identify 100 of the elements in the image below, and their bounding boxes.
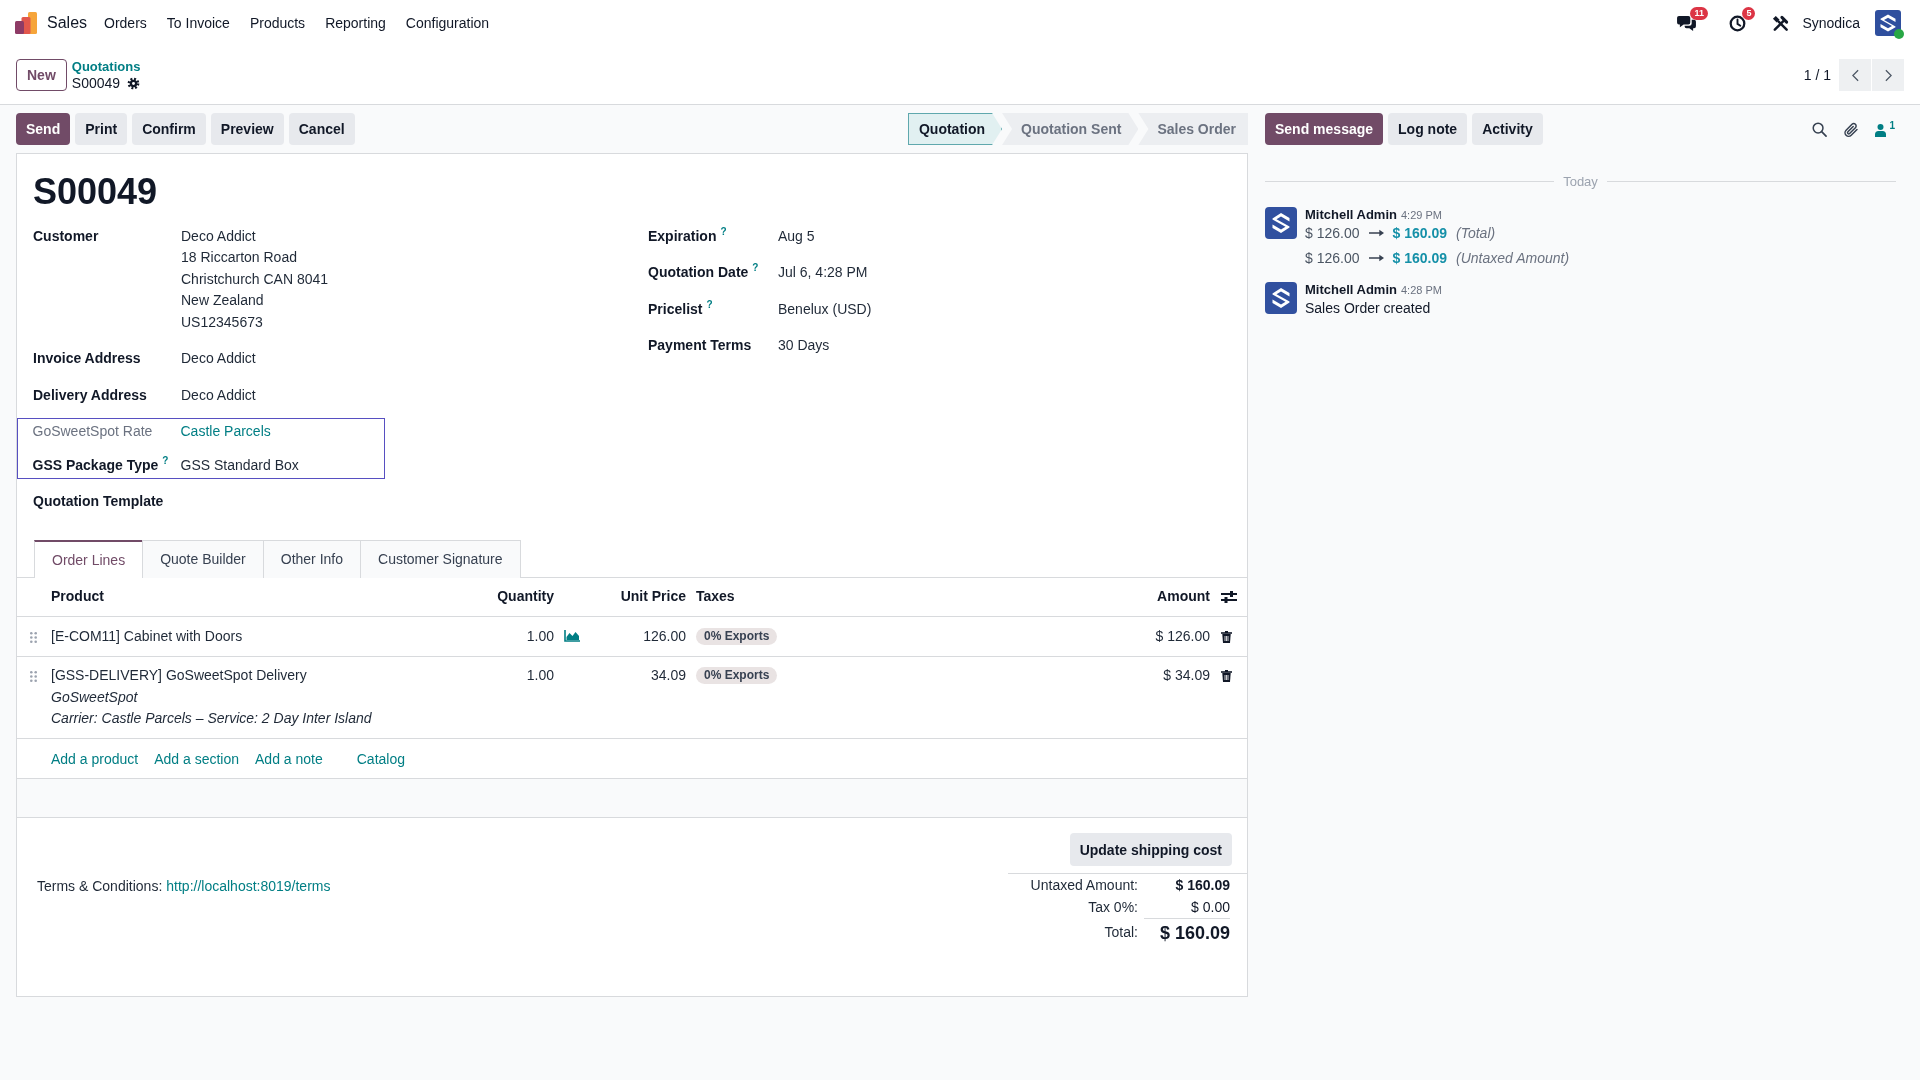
field-value: Benelux (USD)	[778, 299, 872, 319]
action-button[interactable]: Cancel	[288, 113, 355, 145]
chatter-button[interactable]: Send message	[1265, 113, 1384, 145]
amount-value: $ 126.00	[1155, 626, 1210, 646]
menu-item[interactable]: Products	[239, 15, 316, 31]
total-value: $ 160.09	[1159, 923, 1230, 943]
column-header[interactable]: Quantity	[497, 586, 554, 608]
company-name[interactable]: Synodica	[1802, 15, 1860, 31]
total-value: $ 160.09	[1175, 877, 1230, 893]
field-label: GSS Package Type	[32, 455, 159, 475]
column-header[interactable]: Amount	[1157, 586, 1210, 608]
new-button[interactable]: New	[16, 59, 67, 91]
field-label: Expiration	[648, 226, 717, 246]
terms-link[interactable]: http://localhost:8019/terms	[166, 878, 331, 894]
field-value: US12345673	[181, 312, 263, 332]
chevron-left-icon	[1851, 68, 1859, 82]
drag-handle-icon[interactable]	[29, 671, 37, 682]
tax-tag: 0% Exports	[696, 627, 778, 645]
chatter-button[interactable]: Activity	[1472, 113, 1543, 145]
record-title: S00049	[33, 170, 159, 214]
column-header[interactable]: Taxes	[696, 586, 735, 608]
action-button[interactable]: Send	[16, 113, 71, 145]
help-mark[interactable]: ?	[752, 263, 759, 273]
catalog-link[interactable]: Catalog	[356, 750, 405, 767]
terms-label: Terms & Conditions:	[37, 878, 163, 894]
product-name: [E-COM11] Cabinet with Doors	[51, 626, 243, 646]
search-icon[interactable]	[1812, 121, 1828, 137]
action-button[interactable]: Confirm	[132, 113, 206, 145]
menu-item[interactable]: Configuration	[395, 15, 500, 31]
field-value: Christchurch CAN 8041	[181, 269, 329, 289]
help-mark[interactable]: ?	[720, 226, 727, 237]
tab[interactable]: Customer Signature	[360, 539, 521, 578]
clock-icon[interactable]	[1729, 14, 1747, 32]
tools-icon[interactable]	[1772, 14, 1790, 32]
breadcrumb-link[interactable]: Quotations	[71, 58, 141, 75]
field-label: Customer	[33, 226, 99, 246]
menu-item[interactable]: To Invoice	[156, 15, 240, 31]
author-name[interactable]: Mitchell Admin	[1305, 282, 1397, 297]
message-time: 4:29 PM	[1400, 209, 1442, 221]
new-value: $ 160.09	[1392, 249, 1447, 268]
column-header[interactable]: Unit Price	[620, 586, 686, 608]
tab[interactable]: Quote Builder	[142, 539, 264, 578]
field-value: Jul 6, 4:28 PM	[778, 263, 868, 282]
avatar-icon[interactable]	[1265, 282, 1297, 314]
chatter-button[interactable]: Log note	[1388, 113, 1468, 145]
author-name[interactable]: Mitchell Admin	[1305, 207, 1397, 222]
chat-icon[interactable]	[1677, 14, 1697, 32]
action-button[interactable]: Print	[75, 113, 128, 145]
drag-handle-icon[interactable]	[29, 631, 37, 643]
area-chart-icon[interactable]	[563, 629, 580, 642]
total-label: Untaxed Amount:	[1030, 877, 1138, 893]
status-step[interactable]: Sales Order	[1138, 113, 1248, 145]
bars-logo-icon[interactable]	[15, 12, 37, 34]
avatar-icon[interactable]	[1875, 10, 1901, 36]
paperclip-icon[interactable]	[1843, 120, 1860, 138]
add-line-link[interactable]: Add a note	[255, 750, 323, 767]
trash-icon[interactable]	[1221, 630, 1232, 643]
status-step[interactable]: Quotation Sent	[1002, 113, 1139, 145]
update-shipping-button[interactable]: Update shipping cost	[1069, 833, 1232, 866]
product-name: [GSS-DELIVERY] GoSweetSpot Delivery	[51, 666, 307, 685]
tax-tag: 0% Exports	[696, 667, 778, 684]
field-value: Deco Addict	[181, 226, 256, 246]
old-value: $ 126.00	[1305, 249, 1360, 268]
column-header[interactable]: Product	[51, 586, 104, 608]
action-button[interactable]: Preview	[210, 113, 284, 145]
field-label: Invoice Address	[33, 349, 141, 368]
gear-icon[interactable]	[127, 76, 141, 90]
tab[interactable]: Order Lines	[34, 539, 144, 578]
status-step[interactable]: Quotation	[907, 113, 1003, 145]
field-value: GSS Standard Box	[180, 455, 299, 475]
field-value: Deco Addict	[181, 349, 256, 368]
arrow-icon	[1368, 254, 1384, 262]
help-mark[interactable]: ?	[706, 299, 713, 310]
pager-value[interactable]: 1 / 1	[1803, 67, 1831, 83]
menu-item[interactable]: Reporting	[315, 15, 396, 31]
quantity-value: 1.00	[526, 666, 554, 685]
unit-price-value: 34.09	[650, 666, 686, 685]
field-value[interactable]: Castle Parcels	[180, 421, 271, 443]
app-name[interactable]: Sales	[47, 14, 88, 32]
line-note: Carrier: Castle Parcels – Service: 2 Day Inter Island	[51, 709, 372, 728]
menu-item[interactable]: Orders	[94, 15, 157, 31]
add-line-link[interactable]: Add a section	[154, 750, 239, 767]
field-value: New Zealand	[181, 291, 264, 310]
quantity-value: 1.00	[526, 626, 554, 646]
amount-value: $ 34.09	[1163, 666, 1210, 685]
tab[interactable]: Other Info	[262, 539, 362, 578]
field-value: Deco Addict	[181, 385, 256, 405]
avatar-icon[interactable]	[1265, 207, 1297, 239]
field-label: Pricelist	[648, 299, 703, 319]
message-count-badge: 11	[1690, 6, 1708, 20]
help-mark[interactable]: ?	[162, 455, 169, 466]
sliders-icon[interactable]	[1221, 591, 1237, 603]
trash-icon[interactable]	[1221, 670, 1232, 682]
message-body: Sales Order created	[1305, 299, 1432, 318]
user-icon	[1875, 124, 1887, 137]
field-label: GoSweetSpot Rate	[32, 422, 153, 441]
message-time: 4:28 PM	[1400, 284, 1442, 296]
add-line-link[interactable]: Add a product	[51, 750, 139, 767]
field-label: Quotation Date	[648, 263, 749, 282]
followers-button[interactable]: 1	[1875, 121, 1895, 137]
